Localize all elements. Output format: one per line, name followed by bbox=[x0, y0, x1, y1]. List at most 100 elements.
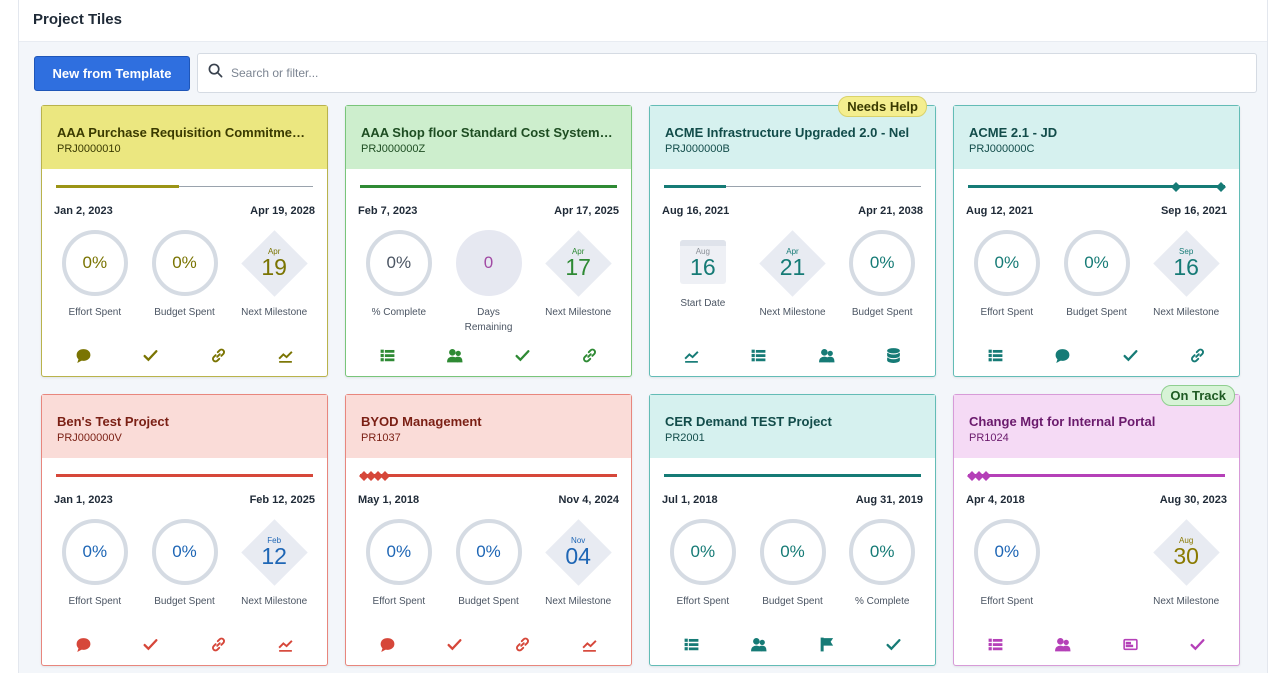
date-range: Apr 4, 2018 Aug 30, 2023 bbox=[966, 494, 1227, 506]
metric-label: Budget Spent bbox=[458, 596, 519, 607]
search-input[interactable] bbox=[231, 66, 1131, 80]
project-tile[interactable]: Needs Help ACME Infrastructure Upgraded … bbox=[649, 96, 936, 377]
milestone-diamond: Aug 30 bbox=[1152, 518, 1220, 586]
metric-milestone: Nov 04 Next Milestone bbox=[533, 518, 623, 609]
check-icon[interactable] bbox=[140, 633, 162, 655]
metric-label: Effort Spent bbox=[980, 307, 1034, 318]
list-icon[interactable] bbox=[748, 344, 770, 366]
metric-label: Budget Spent bbox=[762, 596, 823, 607]
metric-milestone: Apr 21 Next Milestone bbox=[748, 229, 838, 320]
list-icon[interactable] bbox=[377, 344, 399, 366]
chat-icon[interactable] bbox=[73, 633, 95, 655]
search-box[interactable] bbox=[197, 53, 1257, 93]
check-icon[interactable] bbox=[1119, 344, 1141, 366]
tile-title[interactable]: ACME Infrastructure Upgraded 2.0 - Nel bbox=[665, 125, 920, 140]
project-tile[interactable]: AAA Shop floor Standard Cost System R...… bbox=[345, 105, 632, 377]
milestone-diamond: Nov 04 bbox=[544, 518, 612, 586]
tile-project-id: PR2001 bbox=[665, 432, 705, 444]
budget-ring: 0% bbox=[455, 519, 522, 585]
metric-budget: 0% Budget Spent bbox=[837, 230, 927, 320]
project-tile[interactable]: On Track Change Mgt for Internal Portal … bbox=[953, 385, 1240, 666]
list-icon[interactable] bbox=[985, 633, 1007, 655]
project-tile[interactable]: Ben's Test Project PRJ000000V Jan 1, 202… bbox=[41, 394, 328, 666]
tile-grid: AAA Purchase Requisition Commitment... P… bbox=[41, 96, 1240, 666]
date-range: Feb 7, 2023 Apr 17, 2025 bbox=[358, 205, 619, 217]
chat-icon[interactable] bbox=[73, 344, 95, 366]
project-tile[interactable]: AAA Purchase Requisition Commitment... P… bbox=[41, 105, 328, 377]
effort-ring: 0% bbox=[365, 519, 432, 585]
check-icon[interactable] bbox=[140, 344, 162, 366]
metric-label: Days Remaining bbox=[464, 307, 513, 333]
link-icon[interactable] bbox=[578, 344, 600, 366]
tile-title[interactable]: Change Mgt for Internal Portal bbox=[969, 414, 1224, 429]
tile-project-id: PRJ000000B bbox=[665, 143, 730, 155]
trend-icon[interactable] bbox=[578, 633, 600, 655]
start-date: Aug 12, 2021 bbox=[966, 205, 1034, 217]
tile-title[interactable]: BYOD Management bbox=[361, 414, 616, 429]
people-icon[interactable] bbox=[748, 633, 770, 655]
tile-actions bbox=[650, 633, 935, 655]
project-tile[interactable]: BYOD Management PR1037 May 1, 2018 Nov 4,… bbox=[345, 394, 632, 666]
metric-label: Next Milestone bbox=[759, 307, 826, 318]
link-icon[interactable] bbox=[207, 344, 229, 366]
metrics: 0% % Complete 0 Days Remaining Apr 17 Next M… bbox=[354, 229, 623, 335]
tile-project-id: PR1037 bbox=[361, 432, 401, 444]
tile-title[interactable]: CER Demand TEST Project bbox=[665, 414, 920, 429]
list-icon[interactable] bbox=[985, 344, 1007, 366]
status-badge: Needs Help bbox=[838, 96, 927, 117]
tile-title[interactable]: Ben's Test Project bbox=[57, 414, 312, 429]
tile-project-id: PRJ000000V bbox=[57, 432, 122, 444]
trend-icon[interactable] bbox=[681, 344, 703, 366]
tile-title[interactable]: AAA Shop floor Standard Cost System R... bbox=[361, 125, 616, 140]
header-bar bbox=[19, 0, 1267, 42]
check-icon[interactable] bbox=[511, 344, 533, 366]
trend-icon[interactable] bbox=[274, 633, 296, 655]
metric-label: Budget Spent bbox=[1066, 307, 1127, 318]
metric-label: Budget Spent bbox=[154, 596, 215, 607]
card-icon[interactable] bbox=[1119, 633, 1141, 655]
database-icon[interactable] bbox=[882, 344, 904, 366]
metric-label: % Complete bbox=[371, 307, 427, 318]
metrics: Aug 16 Start Date Apr 21 Next Milestone 0% Bu… bbox=[658, 229, 927, 320]
new-from-template-button[interactable]: New from Template bbox=[34, 56, 190, 91]
flag-icon[interactable] bbox=[815, 633, 837, 655]
people-icon[interactable] bbox=[444, 344, 466, 366]
metric-budget: 0% Budget Spent bbox=[140, 519, 230, 609]
trend-icon[interactable] bbox=[274, 344, 296, 366]
start-date: May 1, 2018 bbox=[358, 494, 420, 506]
tile-title[interactable]: ACME 2.1 - JD bbox=[969, 125, 1224, 140]
milestone-diamond: Sep 16 bbox=[1152, 229, 1220, 297]
check-icon[interactable] bbox=[444, 633, 466, 655]
end-date: Feb 12, 2025 bbox=[249, 494, 315, 506]
project-tile[interactable]: CER Demand TEST Project PR2001 Jul 1, 20… bbox=[649, 394, 936, 666]
metric-start-date: Aug 16 Start Date bbox=[658, 230, 748, 320]
page-title: Project Tiles bbox=[33, 11, 122, 28]
project-tile[interactable]: ACME 2.1 - JD PRJ000000C Aug 12, 2021 Sep… bbox=[953, 105, 1240, 377]
date-range: Jan 1, 2023 Feb 12, 2025 bbox=[54, 494, 315, 506]
link-icon[interactable] bbox=[511, 633, 533, 655]
progress-bar bbox=[967, 471, 1225, 481]
metric-label: Effort Spent bbox=[372, 596, 426, 607]
tile-title[interactable]: AAA Purchase Requisition Commitment... bbox=[57, 125, 312, 140]
list-icon[interactable] bbox=[681, 633, 703, 655]
metric-label: Effort Spent bbox=[68, 307, 122, 318]
people-icon[interactable] bbox=[1052, 633, 1074, 655]
chat-icon[interactable] bbox=[377, 633, 399, 655]
start-date: Jan 2, 2023 bbox=[54, 205, 113, 217]
metrics: 0% Effort Spent 0% Budget Spent Apr 19 Next … bbox=[50, 229, 319, 320]
link-icon[interactable] bbox=[1186, 344, 1208, 366]
metric-milestone: Feb 12 Next Milestone bbox=[229, 518, 319, 609]
check-icon[interactable] bbox=[1186, 633, 1208, 655]
effort-ring: 0% bbox=[669, 519, 736, 585]
check-icon[interactable] bbox=[882, 633, 904, 655]
end-date: Apr 19, 2028 bbox=[250, 205, 315, 217]
chat-icon[interactable] bbox=[1052, 344, 1074, 366]
metric-milestone: Sep 16 Next Milestone bbox=[1141, 229, 1231, 320]
search-icon bbox=[208, 63, 223, 83]
milestone-diamond: Apr 21 bbox=[759, 229, 826, 297]
start-date: Jan 1, 2023 bbox=[54, 494, 113, 506]
date-range: Jul 1, 2018 Aug 31, 2019 bbox=[662, 494, 923, 506]
budget-ring: 0% bbox=[1063, 230, 1130, 296]
link-icon[interactable] bbox=[207, 633, 229, 655]
people-icon[interactable] bbox=[815, 344, 837, 366]
